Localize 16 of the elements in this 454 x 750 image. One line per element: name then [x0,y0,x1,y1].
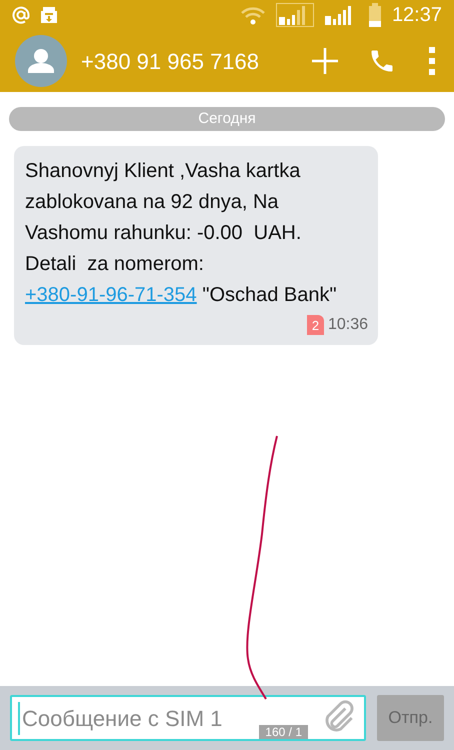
avatar-icon[interactable] [15,35,67,87]
wifi-icon [240,5,266,25]
phone-link[interactable]: +380-91-96-71-354 [25,284,197,306]
at-sign-icon [12,6,30,24]
more-icon[interactable] [428,46,436,76]
signal-icon [276,3,314,27]
battery-icon [368,3,382,27]
download-icon [40,5,58,25]
status-time: 12:37 [392,3,442,28]
sim-badge: 2 [306,315,324,335]
message-field[interactable]: Сообщение с SIM 1 160 / 1 [10,695,366,741]
message-time: 10:36 [328,315,368,335]
add-icon[interactable] [310,46,340,76]
contact-title: +380 91 965 7168 [81,48,260,76]
message-text: Shanovnyj Klient ,Vasha kartka zablokovana na 92 dnya, Na Vashomu rahunku: -0.00 UAH. Detali za nomerom: +380-91-96-71-354 "Oschad Bank" [25,159,338,308]
character-counter: 160 / 1 [259,725,308,739]
